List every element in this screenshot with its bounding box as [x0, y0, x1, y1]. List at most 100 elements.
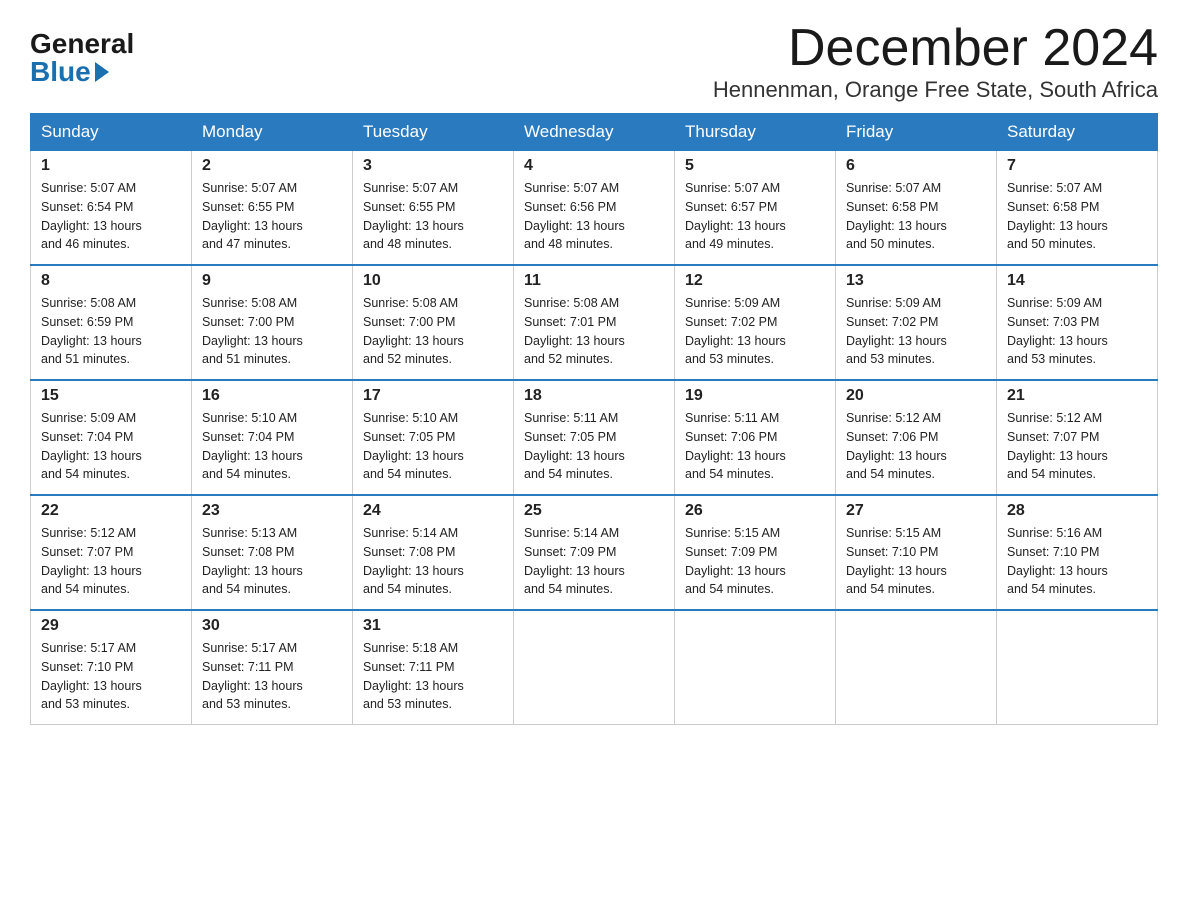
logo-triangle-icon [95, 62, 109, 82]
sunrise-label: Sunrise: 5:09 AM [846, 296, 941, 310]
day-info: Sunrise: 5:07 AM Sunset: 6:57 PM Dayligh… [685, 179, 825, 254]
table-row: 21 Sunrise: 5:12 AM Sunset: 7:07 PM Dayl… [997, 380, 1158, 495]
day-number: 14 [1007, 272, 1147, 290]
col-saturday: Saturday [997, 114, 1158, 151]
col-friday: Friday [836, 114, 997, 151]
table-row: 5 Sunrise: 5:07 AM Sunset: 6:57 PM Dayli… [675, 151, 836, 266]
sunset-label: Sunset: 7:04 PM [41, 430, 133, 444]
day-number: 8 [41, 272, 181, 290]
sunrise-label: Sunrise: 5:15 AM [846, 526, 941, 540]
day-info: Sunrise: 5:18 AM Sunset: 7:11 PM Dayligh… [363, 639, 503, 714]
sunrise-label: Sunrise: 5:11 AM [524, 411, 618, 425]
table-row: 23 Sunrise: 5:13 AM Sunset: 7:08 PM Dayl… [192, 495, 353, 610]
daylight-minutes: and 54 minutes. [202, 467, 291, 481]
daylight-label: Daylight: 13 hours [41, 564, 142, 578]
sunrise-label: Sunrise: 5:07 AM [685, 181, 780, 195]
sunrise-label: Sunrise: 5:08 AM [202, 296, 297, 310]
daylight-label: Daylight: 13 hours [1007, 334, 1108, 348]
daylight-minutes: and 54 minutes. [846, 582, 935, 596]
sunrise-label: Sunrise: 5:08 AM [524, 296, 619, 310]
daylight-label: Daylight: 13 hours [363, 564, 464, 578]
table-row: 16 Sunrise: 5:10 AM Sunset: 7:04 PM Dayl… [192, 380, 353, 495]
sunrise-label: Sunrise: 5:08 AM [363, 296, 458, 310]
daylight-minutes: and 54 minutes. [41, 582, 130, 596]
day-number: 20 [846, 387, 986, 405]
daylight-label: Daylight: 13 hours [41, 219, 142, 233]
daylight-label: Daylight: 13 hours [524, 564, 625, 578]
day-info: Sunrise: 5:10 AM Sunset: 7:04 PM Dayligh… [202, 409, 342, 484]
day-number: 25 [524, 502, 664, 520]
table-row: 10 Sunrise: 5:08 AM Sunset: 7:00 PM Dayl… [353, 265, 514, 380]
calendar-week-row: 8 Sunrise: 5:08 AM Sunset: 6:59 PM Dayli… [31, 265, 1158, 380]
day-info: Sunrise: 5:07 AM Sunset: 6:54 PM Dayligh… [41, 179, 181, 254]
day-info: Sunrise: 5:07 AM Sunset: 6:56 PM Dayligh… [524, 179, 664, 254]
day-number: 29 [41, 617, 181, 635]
table-row: 28 Sunrise: 5:16 AM Sunset: 7:10 PM Dayl… [997, 495, 1158, 610]
table-row: 4 Sunrise: 5:07 AM Sunset: 6:56 PM Dayli… [514, 151, 675, 266]
daylight-label: Daylight: 13 hours [846, 219, 947, 233]
day-info: Sunrise: 5:07 AM Sunset: 6:55 PM Dayligh… [202, 179, 342, 254]
sunset-label: Sunset: 7:07 PM [1007, 430, 1099, 444]
sunset-label: Sunset: 7:11 PM [202, 660, 294, 674]
day-info: Sunrise: 5:16 AM Sunset: 7:10 PM Dayligh… [1007, 524, 1147, 599]
day-info: Sunrise: 5:09 AM Sunset: 7:02 PM Dayligh… [685, 294, 825, 369]
daylight-label: Daylight: 13 hours [41, 334, 142, 348]
daylight-minutes: and 54 minutes. [685, 467, 774, 481]
sunrise-label: Sunrise: 5:17 AM [202, 641, 297, 655]
sunset-label: Sunset: 7:06 PM [846, 430, 938, 444]
daylight-label: Daylight: 13 hours [846, 564, 947, 578]
daylight-label: Daylight: 13 hours [41, 679, 142, 693]
logo-blue-text: Blue [30, 58, 109, 86]
daylight-minutes: and 54 minutes. [524, 467, 613, 481]
table-row: 1 Sunrise: 5:07 AM Sunset: 6:54 PM Dayli… [31, 151, 192, 266]
sunset-label: Sunset: 6:55 PM [363, 200, 455, 214]
sunset-label: Sunset: 6:54 PM [41, 200, 133, 214]
sunrise-label: Sunrise: 5:16 AM [1007, 526, 1102, 540]
sunset-label: Sunset: 7:00 PM [363, 315, 455, 329]
table-row: 29 Sunrise: 5:17 AM Sunset: 7:10 PM Dayl… [31, 610, 192, 725]
sunset-label: Sunset: 7:08 PM [202, 545, 294, 559]
sunrise-label: Sunrise: 5:09 AM [41, 411, 136, 425]
title-block: December 2024 Hennenman, Orange Free Sta… [713, 20, 1158, 103]
day-number: 18 [524, 387, 664, 405]
daylight-label: Daylight: 13 hours [363, 449, 464, 463]
sunrise-label: Sunrise: 5:07 AM [1007, 181, 1102, 195]
day-number: 7 [1007, 157, 1147, 175]
daylight-minutes: and 54 minutes. [202, 582, 291, 596]
logo: General Blue [30, 20, 134, 86]
sunrise-label: Sunrise: 5:11 AM [685, 411, 779, 425]
daylight-minutes: and 51 minutes. [202, 352, 291, 366]
day-info: Sunrise: 5:14 AM Sunset: 7:09 PM Dayligh… [524, 524, 664, 599]
sunset-label: Sunset: 7:10 PM [1007, 545, 1099, 559]
daylight-label: Daylight: 13 hours [41, 449, 142, 463]
sunrise-label: Sunrise: 5:07 AM [846, 181, 941, 195]
sunset-label: Sunset: 7:03 PM [1007, 315, 1099, 329]
sunrise-label: Sunrise: 5:14 AM [363, 526, 458, 540]
daylight-minutes: and 54 minutes. [685, 582, 774, 596]
daylight-minutes: and 53 minutes. [1007, 352, 1096, 366]
daylight-label: Daylight: 13 hours [202, 219, 303, 233]
sunset-label: Sunset: 7:05 PM [524, 430, 616, 444]
day-info: Sunrise: 5:11 AM Sunset: 7:05 PM Dayligh… [524, 409, 664, 484]
sunset-label: Sunset: 7:09 PM [685, 545, 777, 559]
daylight-minutes: and 52 minutes. [524, 352, 613, 366]
daylight-minutes: and 54 minutes. [1007, 467, 1096, 481]
table-row: 26 Sunrise: 5:15 AM Sunset: 7:09 PM Dayl… [675, 495, 836, 610]
daylight-minutes: and 54 minutes. [524, 582, 613, 596]
sunrise-label: Sunrise: 5:10 AM [202, 411, 297, 425]
sunrise-label: Sunrise: 5:07 AM [202, 181, 297, 195]
day-number: 5 [685, 157, 825, 175]
sunset-label: Sunset: 7:05 PM [363, 430, 455, 444]
day-number: 13 [846, 272, 986, 290]
day-info: Sunrise: 5:08 AM Sunset: 7:00 PM Dayligh… [202, 294, 342, 369]
table-row: 14 Sunrise: 5:09 AM Sunset: 7:03 PM Dayl… [997, 265, 1158, 380]
day-info: Sunrise: 5:08 AM Sunset: 7:01 PM Dayligh… [524, 294, 664, 369]
sunset-label: Sunset: 7:02 PM [685, 315, 777, 329]
daylight-label: Daylight: 13 hours [363, 679, 464, 693]
table-row: 15 Sunrise: 5:09 AM Sunset: 7:04 PM Dayl… [31, 380, 192, 495]
daylight-label: Daylight: 13 hours [685, 449, 786, 463]
table-row [675, 610, 836, 725]
daylight-minutes: and 54 minutes. [41, 467, 130, 481]
daylight-minutes: and 48 minutes. [524, 237, 613, 251]
table-row: 12 Sunrise: 5:09 AM Sunset: 7:02 PM Dayl… [675, 265, 836, 380]
